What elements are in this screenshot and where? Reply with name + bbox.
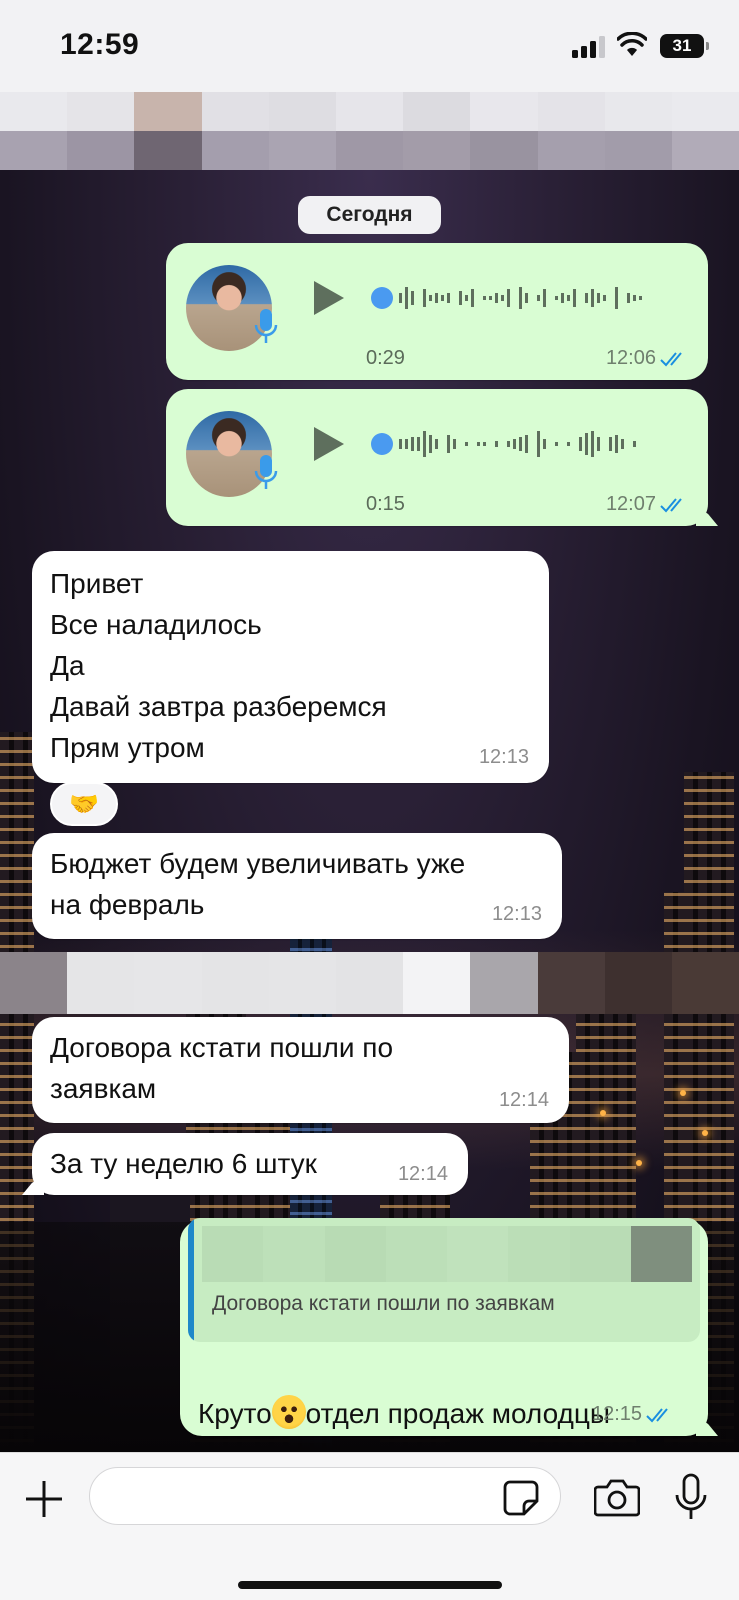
message-bubble[interactable]: Договора кстати пошли по заявкам 12:14	[32, 1017, 569, 1123]
wifi-icon	[617, 32, 647, 56]
message-time: 12:07	[606, 493, 690, 516]
message-bubble[interactable]: За ту неделю 6 штук 12:14	[22, 1133, 468, 1195]
voice-message[interactable]: 0:15 12:07	[166, 389, 718, 526]
message-text: Привет Все наладилось Да Давай завтра ра…	[50, 568, 387, 763]
message-text-part: Круто	[198, 1398, 272, 1429]
message-time-label: 12:15	[592, 1403, 643, 1425]
message-text: За ту неделю 6 штук	[50, 1148, 317, 1179]
waveform[interactable]	[371, 281, 671, 315]
message-time: 12:13	[478, 746, 529, 768]
composer-bar	[0, 1452, 739, 1600]
voice-duration: 0:29	[366, 347, 405, 369]
cellular-signal-icon	[572, 36, 606, 58]
message-input[interactable]	[89, 1467, 561, 1525]
microphone-icon[interactable]	[674, 1473, 708, 1521]
plus-icon[interactable]	[24, 1479, 64, 1519]
chat-header-blurred[interactable]	[0, 92, 739, 170]
astonished-face-emoji	[271, 1395, 306, 1429]
message-time: 12:14	[397, 1163, 448, 1185]
voice-message[interactable]: 0:29 12:06	[166, 243, 708, 380]
date-separator: Сегодня	[298, 196, 441, 234]
camera-icon[interactable]	[594, 1477, 640, 1517]
blurred-quote-author	[202, 1226, 692, 1282]
status-time: 12:59	[60, 28, 140, 61]
reply-quote[interactable]: Договора кстати пошли по заявкам	[188, 1218, 700, 1342]
home-indicator	[238, 1581, 502, 1589]
blurred-message	[0, 952, 739, 1014]
play-icon[interactable]	[314, 427, 344, 461]
double-check-icon	[646, 1407, 668, 1422]
message-time-label: 12:06	[605, 347, 656, 369]
message-text: Бюджет будем увеличивать уже на февраль	[50, 848, 466, 920]
waveform[interactable]	[371, 427, 671, 461]
sticker-icon[interactable]	[502, 1479, 540, 1517]
status-bar: 12:59 31	[0, 0, 739, 92]
message-text-part: отдел продаж молодцы	[305, 1398, 611, 1429]
message-bubble[interactable]: Привет Все наладилось Да Давай завтра ра…	[32, 551, 549, 783]
message-time: 12:06	[606, 347, 690, 370]
message-time-label: 12:07	[605, 493, 656, 515]
message-bubble[interactable]: Бюджет будем увеличивать уже на февраль …	[32, 833, 562, 939]
battery-indicator: 31	[660, 34, 709, 58]
reaction-handshake[interactable]: 🤝	[50, 782, 118, 826]
double-check-icon	[660, 351, 682, 366]
quoted-text: Договора кстати пошли по заявкам	[212, 1292, 555, 1315]
message-time: 12:15	[592, 1403, 676, 1426]
play-icon[interactable]	[314, 281, 344, 315]
mic-icon	[254, 455, 278, 489]
message-time: 12:13	[491, 903, 542, 925]
message-text: Круто отдел продаж молодцы	[198, 1352, 610, 1434]
voice-duration: 0:15	[366, 493, 405, 515]
message-text: Договора кстати пошли по заявкам	[50, 1032, 394, 1104]
mic-icon	[254, 309, 278, 343]
double-check-icon	[660, 497, 682, 512]
message-time: 12:14	[498, 1089, 549, 1111]
